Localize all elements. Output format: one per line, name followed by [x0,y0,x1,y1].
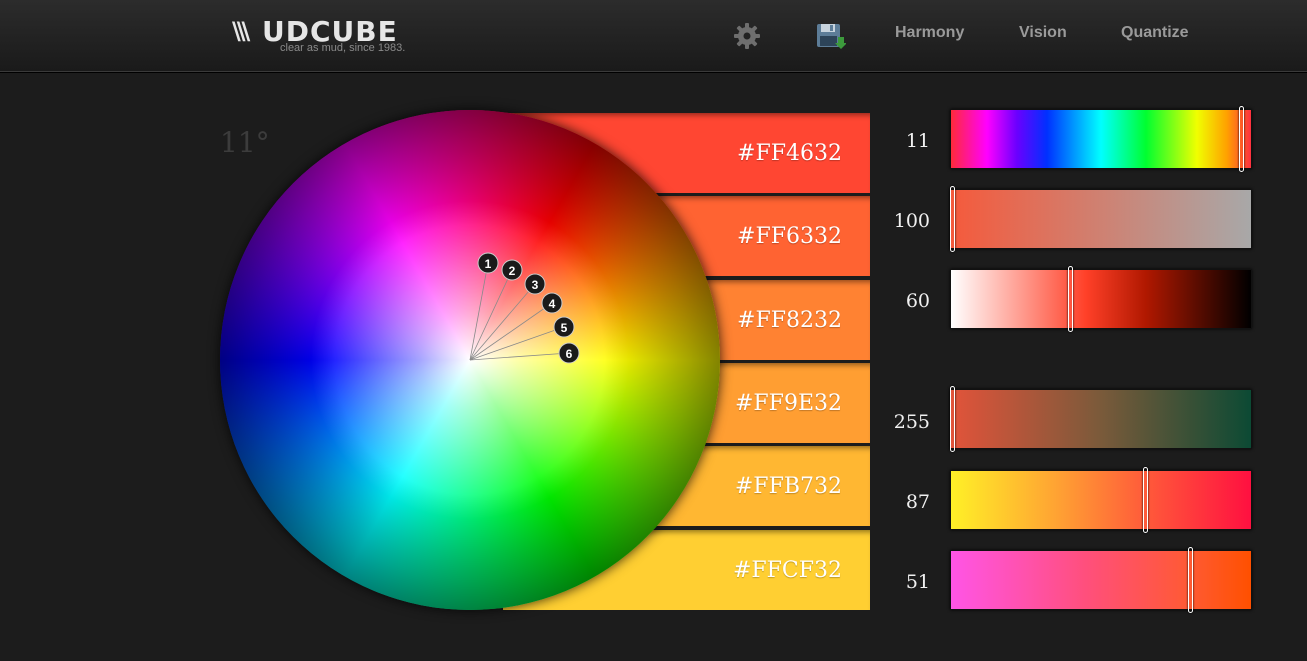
gear-icon[interactable] [733,22,761,50]
marker-number: 1 [485,257,492,271]
logo-wing-icon: \\\ [232,17,250,45]
nav-harmony[interactable]: Harmony [895,24,964,42]
save-icon[interactable] [816,22,846,50]
green-slider-thumb[interactable] [1143,467,1148,533]
blue-value: 51 [905,571,930,593]
wheel-marker-2[interactable]: 2 [501,259,523,281]
swatch-hex: #FFCF32 [732,558,842,583]
saturation-slider[interactable] [950,186,1252,252]
lightness-slider[interactable] [950,266,1252,332]
color-wheel[interactable]: 1 2 3 4 5 6 [220,110,720,610]
hue-slider-thumb[interactable] [1239,106,1244,172]
blue-slider[interactable] [950,547,1252,613]
blue-slider-thumb[interactable] [1188,547,1193,613]
green-slider[interactable] [950,467,1252,533]
swatch-hex: #FF4632 [737,141,842,166]
lightness-value: 60 [905,290,930,312]
marker-number: 2 [509,264,516,278]
marker-number: 4 [549,297,556,311]
swatch-hex: #FF6332 [737,224,842,249]
red-slider[interactable] [950,386,1252,452]
red-slider-thumb[interactable] [950,386,955,452]
nav-quantize[interactable]: Quantize [1121,24,1189,42]
wheel-marker-6[interactable]: 6 [558,342,580,364]
marker-number: 6 [566,347,573,361]
saturation-slider-thumb[interactable] [950,186,955,252]
top-bar: \\\ UDCUBE clear as mud, since 1983. Har… [0,0,1307,72]
wheel-markers-layer: 1 2 3 4 5 6 [469,252,580,364]
hue-value: 11 [905,130,930,152]
marker-number: 5 [561,321,568,335]
wheel-marker-4[interactable]: 4 [541,292,563,314]
wheel-marker-1[interactable]: 1 [477,252,499,274]
green-value: 87 [905,491,930,513]
nav-vision[interactable]: Vision [1019,24,1067,42]
saturation-value: 100 [893,210,930,232]
wheel-marker-3[interactable]: 3 [524,273,546,295]
wheel-marker-5[interactable]: 5 [553,316,575,338]
swatch-hex: #FF9E32 [734,391,842,416]
lightness-slider-thumb[interactable] [1068,266,1073,332]
logo-tagline: clear as mud, since 1983. [280,42,406,54]
logo[interactable]: \\\ UDCUBE clear as mud, since 1983. [232,14,412,58]
marker-number: 3 [532,278,539,292]
swatch-hex: #FFB732 [734,474,842,499]
red-value: 255 [893,411,930,433]
hue-slider[interactable] [950,106,1252,172]
swatch-hex: #FF8232 [737,308,842,333]
